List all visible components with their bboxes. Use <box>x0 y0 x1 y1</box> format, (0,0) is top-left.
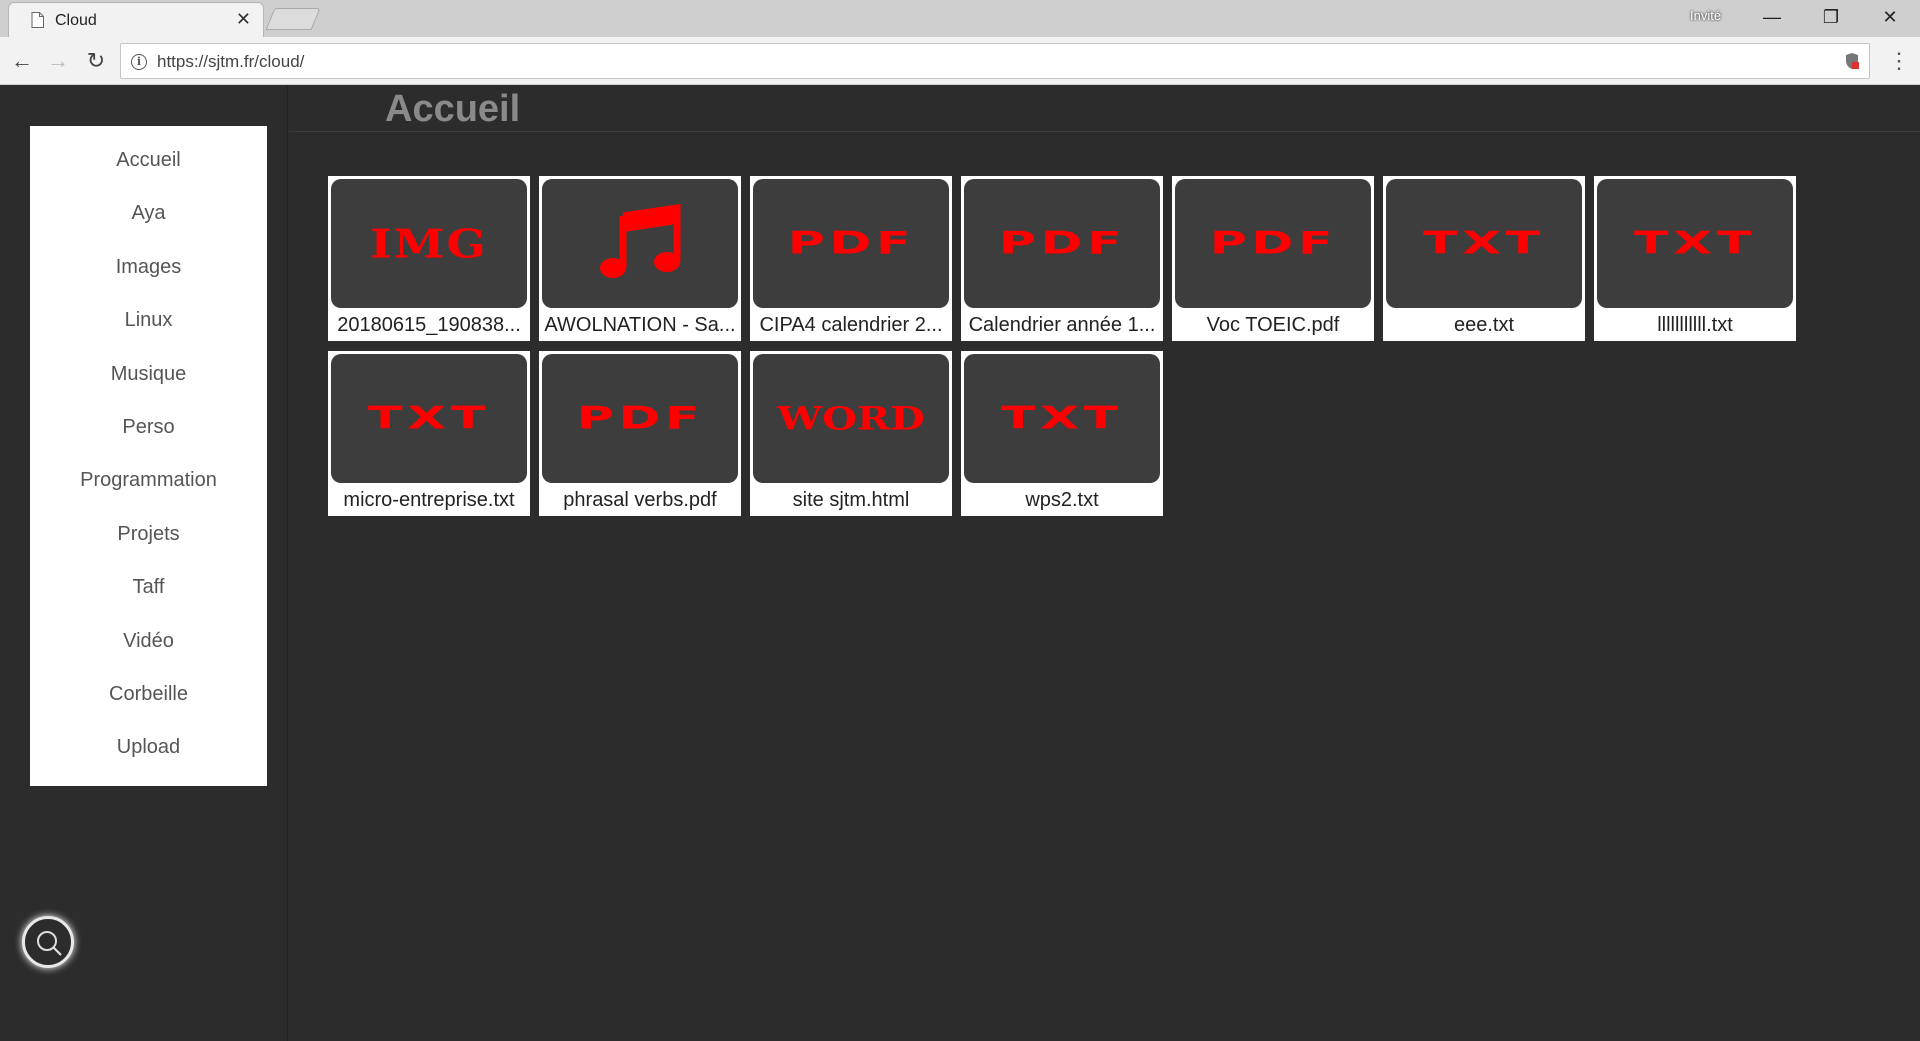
search-button[interactable] <box>22 916 74 968</box>
sidebar-item-accueil[interactable]: Accueil <box>30 134 267 187</box>
file-name: Voc TOEIC.pdf <box>1206 314 1340 336</box>
image-file-icon: IMG <box>331 179 527 308</box>
file-name: micro-entreprise.txt <box>343 489 515 511</box>
file-badge: WORD <box>777 399 925 438</box>
minimize-button[interactable]: — <box>1744 2 1800 32</box>
file-badge: TXT <box>1634 225 1756 262</box>
file-badge: TXT <box>1001 400 1123 437</box>
txt-file-icon: TXT <box>964 354 1160 483</box>
file-name: phrasal verbs.pdf <box>563 489 717 511</box>
sidebar-item-taff[interactable]: Taff <box>30 561 267 614</box>
sidebar-item-aya[interactable]: Aya <box>30 187 267 240</box>
pdf-file-icon: PDF <box>1175 179 1371 308</box>
file-tile[interactable]: TXT micro-entreprise.txt <box>328 351 530 516</box>
file-tile[interactable]: PDF phrasal verbs.pdf <box>539 351 741 516</box>
file-badge: IMG <box>370 220 488 267</box>
browser-tab-cloud[interactable]: Cloud ✕ <box>8 2 264 37</box>
txt-file-icon: TXT <box>331 354 527 483</box>
browser-menu-icon[interactable]: ⋮ <box>1888 47 1910 75</box>
pdf-file-icon: PDF <box>542 354 738 483</box>
new-tab-button[interactable] <box>265 8 321 30</box>
file-name: eee.txt <box>1453 314 1515 336</box>
sidebar-item-perso[interactable]: Perso <box>30 401 267 454</box>
reload-icon[interactable]: ↻ <box>82 47 110 75</box>
forward-arrow-icon[interactable]: → <box>44 47 72 75</box>
guest-badge: Invité <box>1690 8 1722 23</box>
close-window-button[interactable]: ✕ <box>1862 2 1918 32</box>
music-file-icon: ♫ <box>542 179 738 308</box>
file-badge: PDF <box>1209 225 1337 262</box>
sidebar-item-projets[interactable]: Projets <box>30 508 267 561</box>
sidebar-item-upload[interactable]: Upload <box>30 721 267 774</box>
page-title: Accueil <box>385 88 521 130</box>
file-name: 20180615_190838... <box>337 314 521 336</box>
file-name: Calendrier année 1... <box>968 314 1156 336</box>
back-arrow-icon[interactable]: ← <box>8 47 36 75</box>
file-name: AWOLNATION - Sa... <box>544 314 736 336</box>
shield-icon[interactable] <box>1845 52 1859 70</box>
sidebar-item-linux[interactable]: Linux <box>30 294 267 347</box>
file-tile[interactable]: TXT eee.txt <box>1383 176 1585 341</box>
sidebar-item-images[interactable]: Images <box>30 241 267 294</box>
browser-titlebar: Cloud ✕ Invité — ❐ ✕ <box>0 0 1920 37</box>
sidebar-item-corbeille[interactable]: Corbeille <box>30 668 267 721</box>
file-badge: PDF <box>576 400 704 437</box>
file-tile[interactable]: TXT lllllllllll.txt <box>1594 176 1796 341</box>
sidebar-item-programmation[interactable]: Programmation <box>30 454 267 507</box>
search-icon <box>37 931 62 956</box>
page-header: Accueil <box>289 86 1920 132</box>
left-pane: Accueil Aya Images Linux Musique Perso P… <box>0 86 288 1041</box>
word-file-icon: WORD <box>753 354 949 483</box>
file-name: site sjtm.html <box>792 489 910 511</box>
file-tile[interactable]: PDF CIPA4 calendrier 2... <box>750 176 952 341</box>
file-tile[interactable]: PDF Voc TOEIC.pdf <box>1172 176 1374 341</box>
txt-file-icon: TXT <box>1597 179 1793 308</box>
sidebar-item-video[interactable]: Vidéo <box>30 615 267 668</box>
url-text[interactable]: https://sjtm.fr/cloud/ <box>157 52 304 72</box>
file-tile[interactable]: TXT wps2.txt <box>961 351 1163 516</box>
tab-close-icon[interactable]: ✕ <box>236 10 251 28</box>
site-info-icon[interactable]: i <box>131 54 147 70</box>
txt-file-icon: TXT <box>1386 179 1582 308</box>
file-tile[interactable]: IMG 20180615_190838... <box>328 176 530 341</box>
file-badge: PDF <box>787 225 915 262</box>
page-icon <box>31 12 44 28</box>
address-bar[interactable]: i https://sjtm.fr/cloud/ <box>120 43 1870 79</box>
file-name: lllllllllll.txt <box>1657 314 1733 336</box>
restore-button[interactable]: ❐ <box>1803 2 1859 32</box>
file-badge: TXT <box>368 400 490 437</box>
file-badge: TXT <box>1423 225 1545 262</box>
file-tile[interactable]: PDF Calendrier année 1... <box>961 176 1163 341</box>
music-note-icon <box>600 203 681 278</box>
pdf-file-icon: PDF <box>964 179 1160 308</box>
file-tile[interactable]: WORD site sjtm.html <box>750 351 952 516</box>
file-name: wps2.txt <box>1025 489 1099 511</box>
browser-toolbar: ← → ↻ i https://sjtm.fr/cloud/ ⋮ <box>0 37 1920 85</box>
sidebar-menu: Accueil Aya Images Linux Musique Perso P… <box>30 126 267 786</box>
file-badge: PDF <box>998 225 1126 262</box>
sidebar-item-musique[interactable]: Musique <box>30 348 267 401</box>
file-tile[interactable]: ♫ AWOLNATION - Sa... <box>539 176 741 341</box>
pdf-file-icon: PDF <box>753 179 949 308</box>
tab-title: Cloud <box>55 12 97 29</box>
file-name: CIPA4 calendrier 2... <box>759 314 943 336</box>
